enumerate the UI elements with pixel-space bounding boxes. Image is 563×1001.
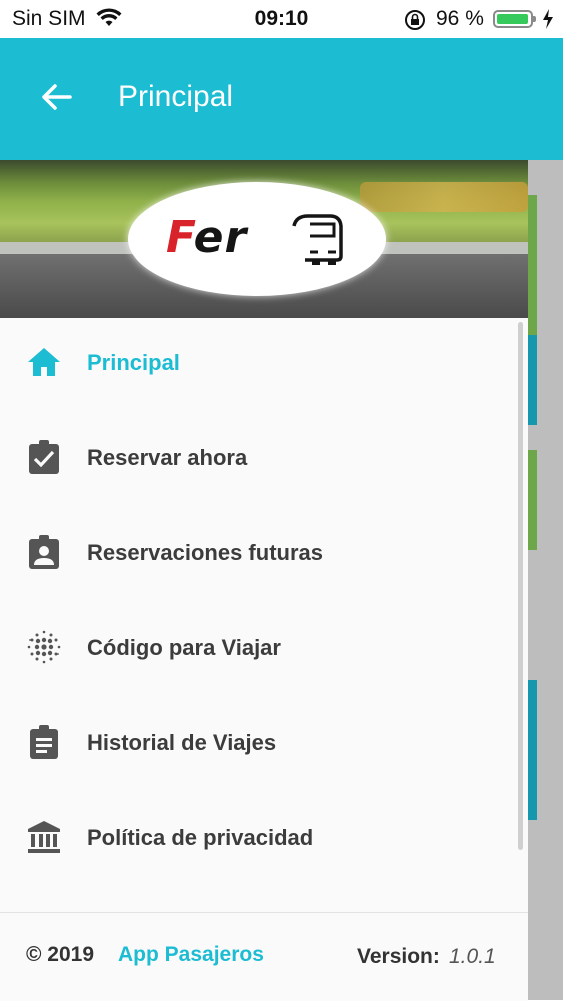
company-logo: Fer [128, 182, 386, 296]
menu-item-label: Política de privacidad [87, 825, 314, 850]
dot-grid-icon [26, 629, 62, 665]
arrow-left-icon[interactable] [40, 82, 72, 117]
bank-icon [26, 819, 62, 855]
status-bar: Sin SIM 09:10 96 % [0, 0, 563, 38]
menu-item-label: Reservar ahora [87, 445, 248, 470]
battery-percent: 96 % [436, 7, 484, 30]
menu-item-reservar-ahora[interactable]: Reservar ahora [0, 413, 518, 503]
app-bar: Principal [0, 38, 563, 160]
menu-item-label: Código para Viajar [87, 635, 281, 660]
drawer-scrollbar[interactable] [518, 322, 523, 850]
orientation-lock-icon [404, 9, 426, 37]
charging-icon [541, 8, 555, 36]
main-content-scrim[interactable] [528, 160, 563, 1000]
logo-text: Fer [166, 212, 248, 263]
menu-item-reservaciones-futuras[interactable]: Reservaciones futuras [0, 508, 518, 598]
contact-badge-icon [26, 534, 62, 570]
menu-item-codigo-para-viajar[interactable]: Código para Viajar [0, 603, 518, 693]
page-title: Principal [118, 80, 234, 113]
home-icon [26, 344, 62, 380]
battery-fill [497, 14, 528, 24]
menu-item-politica-de-privacidad[interactable]: Política de privacidad [0, 793, 518, 883]
copyright-text: © 2019 [26, 943, 95, 966]
clipboard-check-icon [26, 439, 62, 475]
drawer-footer: © 2019 App Pasajeros Version: 1.0.1 [0, 912, 528, 1001]
navigation-drawer: Fer Principal Reservar ahora Reservacion… [0, 160, 528, 1001]
menu-item-label: Principal [87, 350, 180, 375]
drawer-header-image: Fer [0, 160, 528, 318]
menu-item-historial-de-viajes[interactable]: Historial de Viajes [0, 698, 518, 788]
menu-item-principal[interactable]: Principal [0, 318, 518, 408]
app-name-link[interactable]: App Pasajeros [118, 943, 264, 967]
version-label: Version: [357, 945, 440, 968]
clipboard-text-icon [26, 724, 62, 760]
bus-icon [288, 212, 344, 271]
menu-item-label: Historial de Viajes [87, 730, 277, 755]
battery-icon [493, 10, 536, 28]
menu-item-label: Reservaciones futuras [87, 540, 323, 565]
version-value: 1.0.1 [449, 945, 496, 968]
